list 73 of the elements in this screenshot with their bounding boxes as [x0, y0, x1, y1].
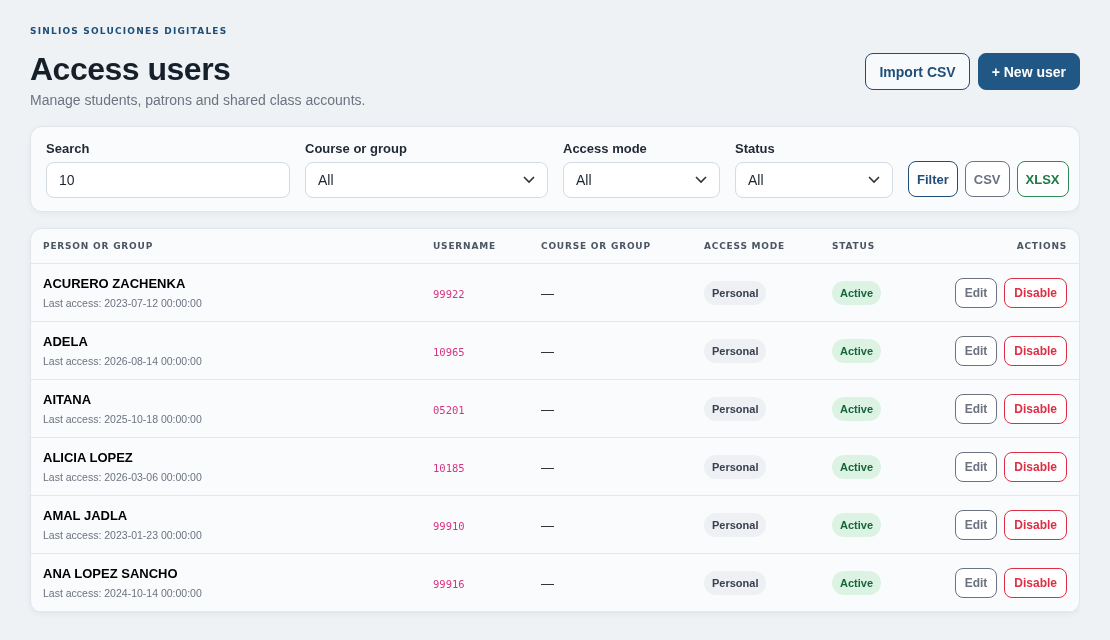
status-badge: Active	[832, 280, 882, 305]
status-badge: Active	[832, 454, 882, 479]
edit-button[interactable]: Edit	[954, 509, 998, 540]
select-field[interactable]: All	[735, 162, 893, 199]
username-cell: 99916	[433, 577, 465, 590]
edit-button[interactable]: Edit	[954, 451, 998, 482]
field-label: Course or group	[305, 141, 408, 157]
person-name: ADELA	[43, 334, 89, 350]
search-field[interactable]: 10	[46, 162, 290, 199]
last-access-text: Last access: 2025-10-18 00:00:00	[43, 413, 203, 426]
column-header: USERNAME	[433, 241, 497, 252]
status-badge: Active	[832, 338, 882, 363]
chevron-down-icon	[868, 176, 880, 185]
last-access-text: Last access: 2026-08-14 00:00:00	[43, 355, 203, 368]
new-user-button[interactable]: + New user	[977, 53, 1080, 91]
person-name: ANA LOPEZ SANCHO	[43, 566, 179, 582]
status-badge: Active	[832, 512, 882, 537]
disable-button[interactable]: Disable	[1004, 335, 1067, 366]
export-button[interactable]: XLSX	[1016, 161, 1069, 198]
chevron-down-icon	[695, 176, 707, 185]
last-access-text: Last access: 2023-07-12 00:00:00	[43, 297, 203, 310]
import-button[interactable]: Import CSV	[865, 53, 970, 91]
access-mode-badge: Personal	[704, 396, 767, 421]
username-cell: 05201	[433, 403, 465, 416]
column-header: ACCESS MODE	[704, 241, 787, 252]
access-mode-badge: Personal	[704, 454, 767, 479]
column-header: PERSON OR GROUP	[43, 241, 155, 252]
username-cell: 10185	[433, 461, 465, 474]
person-name: AMAL JADLA	[43, 508, 129, 524]
edit-button[interactable]: Edit	[954, 277, 998, 308]
field-label: Access mode	[563, 141, 648, 157]
username-cell: 99922	[433, 287, 465, 300]
disable-button[interactable]: Disable	[1004, 567, 1067, 598]
edit-button[interactable]: Edit	[954, 393, 998, 424]
filter-button[interactable]: Filter	[908, 161, 958, 198]
course-cell: —	[541, 459, 554, 475]
person-name: AITANA	[43, 392, 93, 408]
person-name: ACURERO ZACHENKA	[43, 276, 187, 292]
column-header: COURSE OR GROUP	[541, 241, 652, 252]
select-field[interactable]: All	[305, 162, 548, 199]
status-badge: Active	[832, 570, 882, 595]
course-cell: —	[541, 401, 554, 417]
brand-name: SINLIOS SOLUCIONES DIGITALES	[30, 26, 229, 36]
column-header: STATUS	[832, 241, 876, 252]
last-access-text: Last access: 2026-03-06 00:00:00	[43, 471, 203, 484]
page-title: Access users	[30, 50, 232, 89]
field-label: Status	[735, 141, 776, 157]
course-cell: —	[541, 343, 554, 359]
page-subtitle: Manage students, patrons and shared class accounts.	[30, 92, 366, 109]
disable-button[interactable]: Disable	[1004, 451, 1067, 482]
edit-button[interactable]: Edit	[954, 335, 998, 366]
chevron-down-icon	[523, 176, 535, 185]
column-header: ACTIONS	[1015, 241, 1067, 252]
username-cell: 10965	[433, 345, 465, 358]
export-button[interactable]: CSV	[964, 161, 1010, 198]
last-access-text: Last access: 2024-10-14 00:00:00	[43, 587, 203, 600]
select-field[interactable]: All	[563, 162, 720, 199]
disable-button[interactable]: Disable	[1004, 393, 1067, 424]
status-badge: Active	[832, 396, 882, 421]
access-mode-badge: Personal	[704, 512, 767, 537]
course-cell: —	[541, 517, 554, 533]
person-name: ALICIA LOPEZ	[43, 450, 134, 466]
access-mode-badge: Personal	[704, 338, 767, 363]
disable-button[interactable]: Disable	[1004, 509, 1067, 540]
access-mode-badge: Personal	[704, 280, 767, 305]
edit-button[interactable]: Edit	[954, 567, 998, 598]
last-access-text: Last access: 2023-01-23 00:00:00	[43, 529, 203, 542]
course-cell: —	[541, 575, 554, 591]
disable-button[interactable]: Disable	[1004, 277, 1067, 308]
course-cell: —	[541, 285, 554, 301]
username-cell: 99910	[433, 519, 465, 532]
field-label: Search	[46, 141, 91, 157]
access-mode-badge: Personal	[704, 570, 767, 595]
